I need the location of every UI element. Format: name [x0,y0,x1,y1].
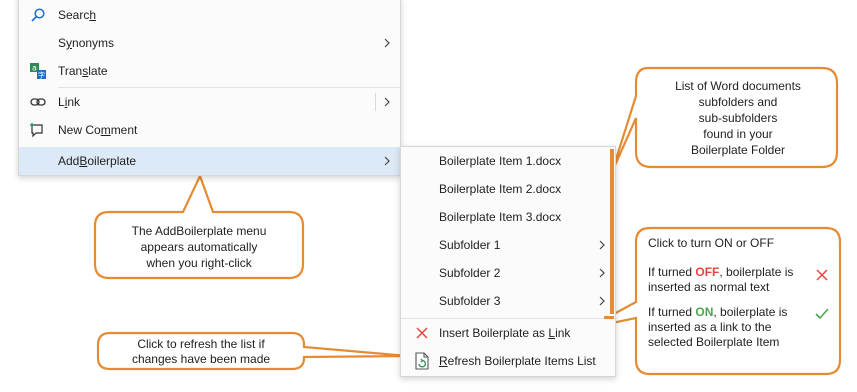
menu-item-label: New Comment [58,123,138,137]
submenu-item-subfolder-3[interactable]: Subfolder 3 [401,288,615,314]
menu-item-label: Boilerplate Item 1.docx [439,154,562,168]
menu-item-translate[interactable]: a 字 Translate [19,58,400,84]
menu-item-label: Boilerplate Item 2.docx [439,182,562,196]
submenu-item-insert-as-link[interactable]: Insert Boilerplate as Link [401,320,615,346]
svg-text:字: 字 [38,71,45,80]
submenu-item-subfolder-1[interactable]: Subfolder 1 [401,232,615,258]
search-icon [29,6,47,24]
menu-item-addboilerplate[interactable]: AddBoilerplate [19,147,400,175]
context-menu: Search Synonyms a 字 Translate Link New C… [18,0,401,176]
on-check-icon [815,308,829,320]
svg-text:a: a [32,64,37,73]
menu-item-label: Subfolder 2 [439,266,501,280]
menu-item-label: Refresh Boilerplate Items List [439,354,596,368]
menu-item-label: AddBoilerplate [58,154,137,168]
menu-item-new-comment[interactable]: New Comment [19,117,400,143]
menu-item-synonyms[interactable]: Synonyms [19,30,400,56]
link-icon [29,93,47,111]
chevron-right-icon [599,296,605,306]
chevron-right-icon[interactable] [382,97,392,107]
off-x-icon [413,324,431,342]
callout-refresh-text: Click to refresh the list if changes hav… [131,337,271,366]
menu-item-search[interactable]: Search [19,2,400,28]
submenu-item-boilerplate-3[interactable]: Boilerplate Item 3.docx [401,204,615,230]
translate-icon: a 字 [29,62,47,80]
menu-item-label: Search [58,8,97,22]
bracket-bar [604,316,614,319]
submenu-item-subfolder-2[interactable]: Subfolder 2 [401,260,615,286]
menu-item-label: Link [58,95,81,109]
chevron-right-icon [599,268,605,278]
callout-list-text: List of Word documents subfolders and su… [675,79,801,157]
menu-item-label: Synonyms [58,36,115,50]
chevron-right-icon [384,38,390,48]
menu-item-label: Insert Boilerplate as Link [439,326,571,340]
toggle-on-desc: If turned ON, boilerplate is inserted as… [648,305,838,350]
submenu-item-boilerplate-1[interactable]: Boilerplate Item 1.docx [401,148,615,174]
menu-separator [401,318,615,319]
refresh-document-icon [413,352,431,370]
menu-item-label: Subfolder 3 [439,294,501,308]
off-x-icon [816,269,828,281]
new-comment-icon [29,121,47,139]
submenu-item-boilerplate-2[interactable]: Boilerplate Item 2.docx [401,176,615,202]
chevron-right-icon [599,240,605,250]
boilerplate-submenu: Boilerplate Item 1.docx Boilerplate Item… [400,146,616,377]
menu-separator [58,87,400,88]
callout-toggle-text: Click to turn ON or OFF If turned OFF, b… [648,236,838,350]
menu-item-label: Subfolder 1 [439,238,501,252]
chevron-right-icon [384,156,390,166]
bracket-bar [610,149,614,314]
toggle-off-desc: If turned OFF, boilerplate is inserted a… [648,265,838,295]
menu-item-link[interactable]: Link [19,89,400,115]
menu-item-label: Translate [58,64,108,78]
submenu-item-refresh[interactable]: Refresh Boilerplate Items List [401,348,615,374]
toggle-title: Click to turn ON or OFF [648,236,775,250]
callout-auto-text: The AddBoilerplate menu appears automati… [131,224,267,270]
menu-item-label: Boilerplate Item 3.docx [439,210,562,224]
split-divider [375,93,376,111]
